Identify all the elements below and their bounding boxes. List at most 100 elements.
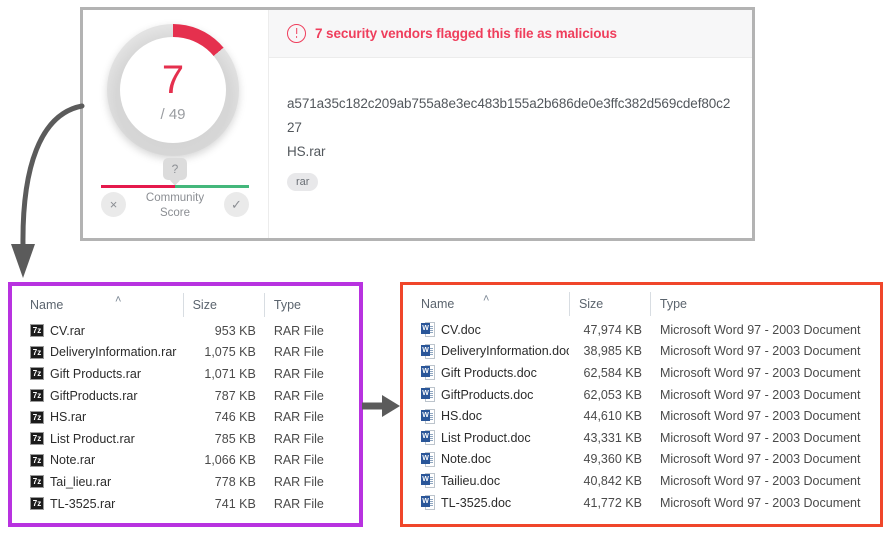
file-row-name-cell: 7zDeliveryInformation.rar <box>20 345 182 359</box>
file-row[interactable]: WHS.doc44,610 KBMicrosoft Word 97 - 2003… <box>411 405 872 427</box>
file-row[interactable]: WDeliveryInformation.doc38,985 KBMicroso… <box>411 341 872 363</box>
file-name-text: Tai_lieu.rar <box>50 475 111 489</box>
file-type-text: RAR File <box>264 475 351 489</box>
file-row-name-cell: W DeliveryInformation.doc <box>411 344 569 359</box>
community-score-bar-negative <box>101 185 175 188</box>
arrow-rar-to-doc-panel <box>360 390 404 422</box>
archive-7z-icon: 7z <box>30 324 44 337</box>
file-row-name-cell: 7zCV.rar <box>20 324 182 338</box>
word-document-icon: W <box>421 387 435 402</box>
file-name-text: GiftProducts.rar <box>50 389 138 403</box>
file-size-text: 49,360 KB <box>569 452 650 466</box>
word-letter-badge: W <box>421 474 430 485</box>
detection-detail-pane: 7 security vendors flagged this file as … <box>268 10 752 238</box>
file-row[interactable]: 7zCV.rar953 KBRAR File <box>20 320 351 342</box>
file-size-text: 62,053 KB <box>569 388 650 402</box>
word-letter-badge: W <box>421 453 430 464</box>
file-row-name-cell: 7zTL-3525.rar <box>20 497 182 511</box>
file-size-text: 43,331 KB <box>569 431 650 445</box>
file-name-text: Gift Products.doc <box>441 366 537 380</box>
file-size-text: 44,610 KB <box>569 409 650 423</box>
community-score-bar-positive <box>175 185 249 188</box>
file-size-text: 778 KB <box>182 475 263 489</box>
community-score-label-line2: Score <box>101 206 249 221</box>
word-letter-badge: W <box>421 323 430 334</box>
word-document-icon: W <box>421 473 435 488</box>
word-letter-badge: W <box>421 345 430 356</box>
file-size-text: 47,974 KB <box>569 323 650 337</box>
community-score-label: Community Score <box>101 191 249 221</box>
doc-column-header-name[interactable]: Name ˄ <box>411 294 569 314</box>
file-row-name-cell: WTL-3525.doc <box>411 495 569 510</box>
file-type-tag: rar <box>287 173 318 191</box>
malicious-alert-text: 7 security vendors flagged this file as … <box>315 26 617 41</box>
file-row-name-cell: 7z Note.rar <box>20 453 182 467</box>
arrow-card-to-rar-panel <box>0 88 110 288</box>
malicious-alert-banner: 7 security vendors flagged this file as … <box>269 10 752 58</box>
file-row[interactable]: 7zHS.rar746 KBRAR File <box>20 406 351 428</box>
archive-7z-icon: 7z <box>30 475 44 488</box>
file-row-name-cell: WHS.doc <box>411 409 569 424</box>
file-name-text: CV.doc <box>441 323 481 337</box>
file-name-text: DeliveryInformation.doc <box>441 344 569 358</box>
community-score-bar <box>101 185 249 188</box>
file-row[interactable]: WGift Products.doc62,584 KBMicrosoft Wor… <box>411 362 872 384</box>
community-score-widget: ? × ✓ Community Score <box>101 158 249 220</box>
file-size-text: 787 KB <box>182 389 263 403</box>
file-row-name-cell: 7zList Product.rar <box>20 432 182 446</box>
doc-files-explorer-panel: Name ˄ Size Type WCV.doc47,974 KBMicroso… <box>400 282 883 527</box>
rar-column-header-type[interactable]: Type <box>264 295 351 315</box>
file-row[interactable]: 7zDeliveryInformation.rar1,075 KBRAR Fil… <box>20 342 351 364</box>
archive-7z-icon: 7z <box>30 454 44 467</box>
file-row[interactable]: WList Product.doc43,331 KBMicrosoft Word… <box>411 427 872 449</box>
file-type-text: RAR File <box>264 432 351 446</box>
file-name-text: Note.rar <box>50 453 95 467</box>
file-type-text: Microsoft Word 97 - 2003 Document <box>650 323 872 337</box>
file-row[interactable]: W CV.doc 47,974 KBMicrosoft Word 97 - 2003… <box>411 319 872 341</box>
file-name: HS.rar <box>287 140 736 164</box>
doc-column-headers: Name ˄ Size Type <box>411 285 872 319</box>
file-row[interactable]: 7z Note.rar 1,066 KBRAR File <box>20 450 351 472</box>
rar-column-header-name[interactable]: Name ˄ <box>20 295 183 315</box>
file-row-name-cell: WGift Products.doc <box>411 365 569 380</box>
file-size-text: 1,066 KB <box>182 453 263 467</box>
file-size-text: 62,584 KB <box>569 366 650 380</box>
file-row[interactable]: 7z Tai_lieu.rar 778 KBRAR File <box>20 471 351 493</box>
doc-column-header-type[interactable]: Type <box>650 294 872 314</box>
file-type-text: Microsoft Word 97 - 2003 Document <box>650 496 872 510</box>
file-row[interactable]: 7zTL-3525.rar741 KBRAR File <box>20 493 351 515</box>
file-row[interactable]: WTL-3525.doc41,772 KBMicrosoft Word 97 -… <box>411 492 872 514</box>
alert-exclamation-icon <box>287 24 306 43</box>
rar-files-list: Name ˄ Size Type 7zCV.rar953 KBRAR File7… <box>12 286 359 523</box>
file-row[interactable]: WTailieu.doc40,842 KBMicrosoft Word 97 -… <box>411 470 872 492</box>
doc-column-header-size[interactable]: Size <box>569 294 650 314</box>
file-type-text: RAR File <box>264 453 351 467</box>
file-row-name-cell: W Tailieu.doc <box>411 473 569 488</box>
file-size-text: 741 KB <box>182 497 263 511</box>
file-type-text: Microsoft Word 97 - 2003 Document <box>650 431 872 445</box>
file-type-text: Microsoft Word 97 - 2003 Document <box>650 388 872 402</box>
file-name-text: Tailieu.doc <box>441 474 500 488</box>
file-type-text: RAR File <box>264 345 351 359</box>
file-name-text: DeliveryInformation.rar <box>50 345 176 359</box>
doc-row-container: WCV.doc47,974 KBMicrosoft Word 97 - 2003… <box>411 319 872 513</box>
file-row[interactable]: 7zList Product.rar785 KBRAR File <box>20 428 351 450</box>
word-document-icon: W <box>421 344 435 359</box>
file-row[interactable]: 7zGift Products.rar1,071 KBRAR File <box>20 363 351 385</box>
file-row[interactable]: WGiftProducts.doc62,053 KBMicrosoft Word… <box>411 384 872 406</box>
rar-column-headers: Name ˄ Size Type <box>20 286 351 320</box>
file-type-text: Microsoft Word 97 - 2003 Document <box>650 366 872 380</box>
file-row-name-cell: 7z Tai_lieu.rar <box>20 475 182 489</box>
file-type-text: Microsoft Word 97 - 2003 Document <box>650 409 872 423</box>
file-row[interactable]: 7zGiftProducts.rar787 KBRAR File <box>20 385 351 407</box>
word-letter-badge: W <box>421 496 430 507</box>
file-name-text: List Product.rar <box>50 432 135 446</box>
archive-7z-icon: 7z <box>30 497 44 510</box>
file-row-name-cell: WNote.doc <box>411 452 569 467</box>
rar-column-header-size[interactable]: Size <box>183 295 264 315</box>
file-row[interactable]: WNote.doc49,360 KBMicrosoft Word 97 - 20… <box>411 449 872 471</box>
community-score-marker: ? <box>163 158 187 180</box>
word-document-icon: W <box>421 409 435 424</box>
file-size-text: 953 KB <box>182 324 263 338</box>
file-size-text: 40,842 KB <box>569 474 650 488</box>
